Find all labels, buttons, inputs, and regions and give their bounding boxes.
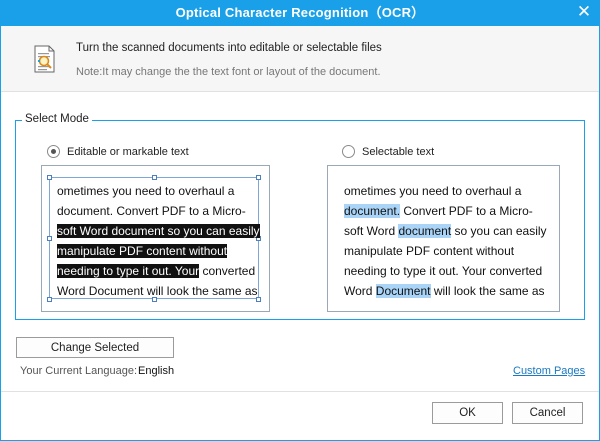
cancel-button[interactable]: Cancel	[512, 402, 583, 424]
editable-radio-label[interactable]: Editable or markable text	[67, 146, 189, 158]
resize-handle[interactable]	[152, 175, 157, 180]
preview-text-segment: Word Document will look the same as	[57, 284, 258, 298]
resize-handle[interactable]	[47, 236, 52, 241]
preview-line: document. Convert PDF to a Micro-	[57, 201, 260, 221]
editable-preview-text: ometimes you need to overhaul a document.…	[57, 181, 260, 301]
preview-text-segment: will look the same as	[430, 284, 545, 298]
selectable-radio[interactable]	[342, 145, 355, 158]
selectable-radio-label[interactable]: Selectable text	[362, 146, 434, 158]
preview-text-segment: document. Convert PDF to a Micro-	[57, 204, 246, 218]
custom-pages-link[interactable]: Custom Pages	[513, 365, 585, 377]
header-main-text: Turn the scanned documents into editable…	[76, 42, 382, 54]
preview-line: soft Word document so you can easily	[344, 221, 547, 241]
language-label: Your Current Language:	[20, 365, 138, 377]
preview-text-segment: ometimes you need to overhaul a	[57, 184, 235, 198]
select-mode-legend: Select Mode	[22, 113, 92, 125]
preview-text-segment: needing to type it out. Your converted	[344, 264, 543, 278]
preview-text-segment: ometimes you need to overhaul a	[344, 184, 522, 198]
highlighted-text: document.	[344, 204, 401, 218]
highlighted-text: needing to type it out. Your	[57, 264, 200, 278]
preview-text-segment: soft Word	[344, 224, 399, 238]
ok-button[interactable]: OK	[432, 402, 503, 424]
window-title: Optical Character Recognition（OCR）	[175, 5, 425, 20]
preview-line: needing to type it out. Your converted	[57, 261, 260, 281]
header-panel	[1, 26, 599, 92]
preview-line: Word Document will look the same as	[344, 281, 547, 301]
preview-line: needing to type it out. Your converted	[344, 261, 547, 281]
footer-separator	[1, 391, 599, 392]
preview-line: ometimes you need to overhaul a	[57, 181, 260, 201]
change-selected-button[interactable]: Change Selected	[16, 337, 174, 358]
resize-handle[interactable]	[256, 175, 261, 180]
highlighted-text: document	[398, 224, 452, 238]
preview-line: document. Convert PDF to a Micro-	[344, 201, 547, 221]
header-note-text: Note:It may change the the text font or …	[76, 66, 381, 78]
resize-handle[interactable]	[47, 175, 52, 180]
close-icon[interactable]: ✕	[574, 2, 594, 22]
preview-text-segment: manipulate PDF content without	[344, 244, 515, 258]
preview-line: soft Word document so you can easily	[57, 221, 260, 241]
preview-text-segment: converted	[199, 264, 256, 278]
preview-text-segment: Convert PDF to a Micro-	[400, 204, 533, 218]
preview-text-segment: so you can easily	[451, 224, 547, 238]
highlighted-text: soft Word document so you can easily	[57, 224, 260, 238]
highlighted-text: manipulate PDF content without	[57, 244, 228, 258]
preview-line: ometimes you need to overhaul a	[344, 181, 547, 201]
highlighted-text: Document	[375, 284, 431, 298]
editable-radio[interactable]	[47, 145, 60, 158]
preview-line: Word Document will look the same as	[57, 281, 260, 301]
resize-handle[interactable]	[47, 297, 52, 302]
preview-line: manipulate PDF content without	[57, 241, 260, 261]
language-value: English	[138, 365, 175, 377]
document-search-icon	[34, 45, 55, 73]
radio-selected-dot	[51, 149, 56, 154]
preview-text-segment: Word	[344, 284, 376, 298]
selectable-preview-text: ometimes you need to overhaul a document.…	[344, 181, 547, 301]
preview-line: manipulate PDF content without	[344, 241, 547, 261]
